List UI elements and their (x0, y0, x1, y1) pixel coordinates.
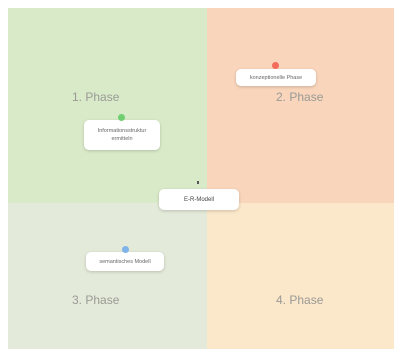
quadrant-phase-1 (8, 8, 207, 203)
card-informationsstruktur[interactable]: Informationsstruktur ermitteln (84, 120, 160, 150)
card-semantisches-modell-label: semantisches Modell (99, 258, 151, 265)
card-er-modell-label: E-R-Modell (183, 196, 214, 203)
quadrant-phase-3 (8, 203, 207, 349)
phase-1-label: 1. Phase (72, 90, 120, 104)
card-konzeptionelle-phase[interactable]: konzeptionelle Phase (236, 69, 316, 86)
whiteboard-canvas (8, 8, 394, 349)
card-konzeptionelle-phase-label: konzeptionelle Phase (249, 74, 303, 81)
green-dot-icon[interactable] (118, 114, 125, 121)
blue-dot-icon[interactable] (122, 246, 129, 253)
card-er-modell[interactable]: E-R-Modell (159, 189, 239, 210)
card-informationsstruktur-line1: Informationsstruktur (97, 128, 147, 134)
phase-2-label: 2. Phase (276, 90, 324, 104)
phase-4-label: 4. Phase (276, 293, 324, 307)
red-dot-icon[interactable] (272, 62, 279, 69)
card-semantisches-modell[interactable]: semantisches Modell (86, 252, 164, 271)
phase-3-label: 3. Phase (72, 293, 120, 307)
card-informationsstruktur-line2: ermitteln (111, 136, 133, 142)
connector-marker-icon (197, 181, 199, 184)
quadrant-phase-4 (207, 203, 394, 349)
quadrant-phase-2 (207, 8, 394, 203)
